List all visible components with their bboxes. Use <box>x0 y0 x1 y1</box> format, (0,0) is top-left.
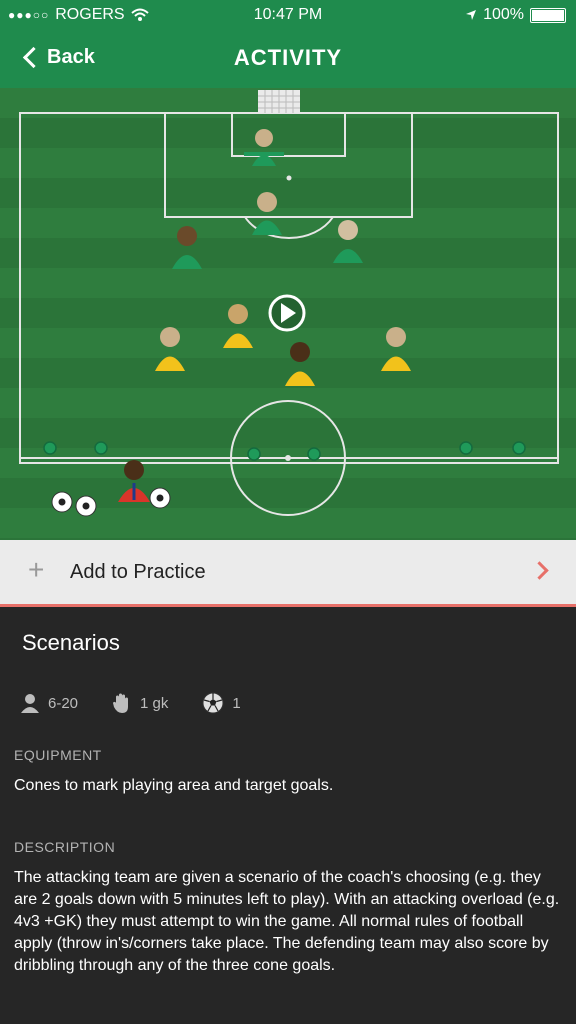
plus-icon: + <box>28 554 45 585</box>
penalty-spot <box>286 175 292 181</box>
page-title: ACTIVITY <box>233 45 343 70</box>
center-spot <box>285 455 291 461</box>
nav-bar: Back ACTIVITY <box>0 30 576 88</box>
pitch-diagram <box>0 88 576 540</box>
equipment-text: Cones to mark playing area and target go… <box>14 777 334 794</box>
gk-count: 1 gk <box>112 692 168 714</box>
status-right: 100% <box>465 6 566 24</box>
goal <box>258 90 300 113</box>
description-text: The attacking team are given a scenario … <box>14 869 560 974</box>
add-to-practice-button[interactable]: + Add to Practice <box>0 540 576 607</box>
add-to-practice-label: Add to Practice <box>70 561 206 583</box>
balls-value: 1 <box>232 694 241 712</box>
activity-meta: 6-20 1 gk 1 <box>20 692 275 714</box>
activity-title: Scenarios <box>22 630 120 655</box>
chevron-right-icon <box>530 561 549 580</box>
play-circle-icon[interactable] <box>268 294 306 332</box>
location-arrow-icon <box>466 10 477 20</box>
status-bar: ●●●○○ ROGERS 10:47 PM 100% <box>0 0 576 30</box>
battery-percent: 100% <box>483 6 524 23</box>
description-heading: DESCRIPTION <box>14 839 116 855</box>
gk-value: 1 gk <box>140 694 169 712</box>
glove-icon <box>113 693 129 713</box>
balls-count: 1 <box>202 692 241 714</box>
person-icon <box>21 694 39 713</box>
players-count: 6-20 <box>20 693 78 713</box>
equipment-heading: EQUIPMENT <box>14 747 102 763</box>
players-value: 6-20 <box>48 694 79 712</box>
soccer-ball-icon <box>202 692 224 714</box>
battery-icon <box>530 7 566 23</box>
